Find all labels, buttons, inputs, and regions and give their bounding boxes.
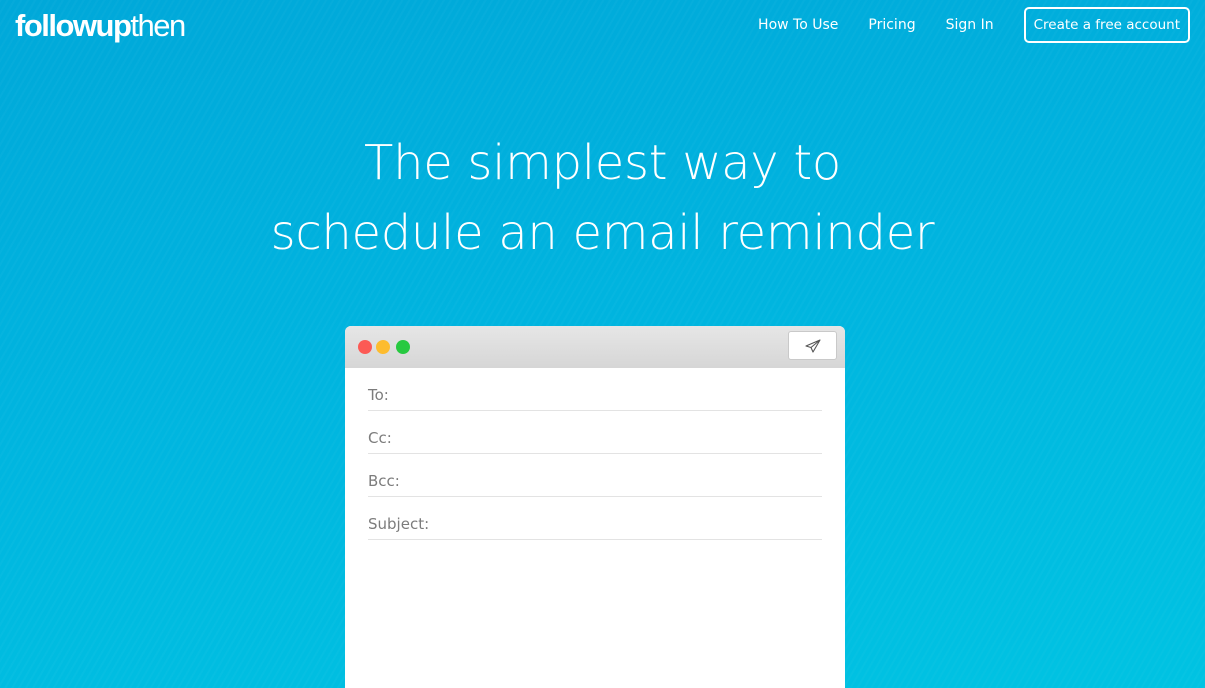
to-field[interactable]: To:	[368, 368, 822, 411]
hero-line-2: schedule an email reminder	[270, 205, 935, 261]
email-composer-window: To: Cc: Bcc: Subject:	[345, 326, 845, 688]
send-button[interactable]	[788, 331, 837, 360]
cc-field[interactable]: Cc:	[368, 411, 822, 454]
minimize-dot-icon[interactable]	[376, 340, 390, 354]
close-dot-icon[interactable]	[358, 340, 372, 354]
maximize-dot-icon[interactable]	[396, 340, 410, 354]
composer-titlebar	[345, 326, 845, 368]
hero-headline: The simplest way to schedule an email re…	[0, 128, 1205, 268]
composer-fields: To: Cc: Bcc: Subject:	[345, 368, 845, 540]
hero-line-1: The simplest way to	[364, 135, 841, 191]
bcc-label: Bcc:	[368, 472, 400, 490]
nav-sign-in[interactable]: Sign In	[946, 17, 994, 33]
nav-pricing[interactable]: Pricing	[868, 17, 915, 33]
nav-how-to-use[interactable]: How To Use	[758, 17, 838, 33]
logo-part-followup: followup	[15, 8, 132, 43]
logo[interactable]: followupthen	[15, 6, 186, 46]
paper-plane-icon	[804, 338, 821, 353]
to-label: To:	[368, 386, 389, 404]
subject-field[interactable]: Subject:	[368, 497, 822, 540]
subject-label: Subject:	[368, 515, 430, 533]
create-account-button[interactable]: Create a free account	[1023, 7, 1190, 43]
bcc-field[interactable]: Bcc:	[368, 454, 822, 497]
top-nav: How To Use Pricing Sign In Create a free…	[728, 0, 1190, 50]
logo-part-then: then	[130, 8, 186, 43]
cc-label: Cc:	[368, 429, 392, 447]
